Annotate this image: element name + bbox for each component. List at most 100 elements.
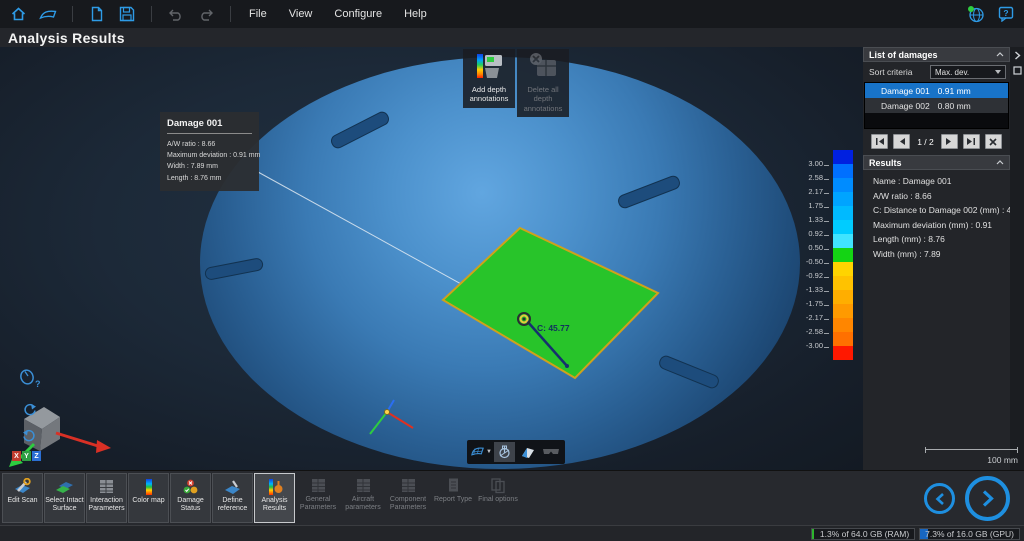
help-chat-icon[interactable]: ? <box>996 4 1016 24</box>
svg-text:?: ? <box>1003 8 1008 18</box>
panel-layout-icon[interactable] <box>1013 66 1022 75</box>
collapse-up-icon[interactable] <box>996 160 1004 165</box>
result-length: Length (mm) : 8.76 <box>873 234 1006 244</box>
sort-criteria-dropdown[interactable]: Max. dev. <box>930 65 1006 79</box>
damage-value: 0.80 mm <box>938 101 971 111</box>
workflow-step-edit-scan[interactable]: Edit Scan <box>2 473 43 523</box>
color-scale-band <box>833 234 853 248</box>
color-scale-tick: -1.75 <box>795 299 829 308</box>
page-title: Analysis Results <box>8 30 125 46</box>
first-page-button[interactable] <box>871 134 888 149</box>
scale-bar: 100 mm <box>925 449 1018 465</box>
redo-icon <box>196 4 216 24</box>
color-scale-band <box>833 276 853 290</box>
damage-name: Damage 002 <box>881 101 930 111</box>
panel-expand-icon[interactable] <box>1014 51 1021 60</box>
result-name: Name : Damage 001 <box>873 176 1006 186</box>
damage-list-item[interactable]: Damage 001 0.91 mm <box>865 83 1008 98</box>
color-scale-tick: 1.75 <box>795 201 829 210</box>
workflow-step-damage-status[interactable]: Damage Status <box>170 473 211 523</box>
color-scale-tick: -2.17 <box>795 313 829 322</box>
damage-region-patch[interactable] <box>443 228 658 378</box>
last-page-button[interactable] <box>963 134 980 149</box>
tooltip-length: Length : 8.76 mm <box>167 173 252 184</box>
network-globe-icon[interactable] <box>966 4 986 24</box>
save-icon[interactable] <box>117 4 137 24</box>
color-scale-band <box>833 290 853 304</box>
results-rows: Name : Damage 001 A/W ratio : 8.66 C: Di… <box>863 170 1010 259</box>
next-page-button[interactable] <box>941 134 958 149</box>
damages-list: Damage 001 0.91 mm Damage 002 0.80 mm <box>864 82 1009 129</box>
chevron-left-icon <box>934 492 946 506</box>
workflow-step-interaction-parameters[interactable]: Interaction Parameters <box>86 473 127 523</box>
workflow-toolbar: Edit Scan Select Intact Surface Interact… <box>0 470 1024 525</box>
next-step-button[interactable] <box>965 476 1010 521</box>
axis-x-label: X <box>12 451 21 461</box>
color-scale-tick: 1.33 <box>795 215 829 224</box>
sort-criteria-value: Max. dev. <box>935 68 969 77</box>
delete-all-depth-annotations-icon <box>527 52 559 82</box>
color-scale-band <box>833 220 853 234</box>
damages-panel-title: List of damages <box>869 50 938 60</box>
add-depth-annotations-icon <box>473 52 505 82</box>
stereo-glasses-button[interactable] <box>541 442 562 462</box>
view-orientation-button[interactable] <box>494 442 515 462</box>
color-scale-band <box>833 248 853 262</box>
workflow-step-analysis-results[interactable]: Analysis Results <box>254 473 295 523</box>
mouse-help-icon[interactable]: ? <box>18 369 40 396</box>
color-scale-band <box>833 206 853 220</box>
color-map-icon <box>144 477 154 496</box>
workflow-step-select-intact-surface[interactable]: Select Intact Surface <box>44 473 85 523</box>
page-indicator: 1 / 2 <box>917 137 934 147</box>
status-bar: 1.3% of 64.0 GB (RAM) 7.3% of 16.0 GB (G… <box>0 525 1024 541</box>
damage-list-item[interactable]: Damage 002 0.80 mm <box>865 98 1008 113</box>
toolbar-divider <box>72 6 73 22</box>
results-panel-title: Results <box>869 158 902 168</box>
menu-configure[interactable]: Configure <box>334 8 382 20</box>
color-scale-tick: 3.00 <box>795 159 829 168</box>
menu-help[interactable]: Help <box>404 8 427 20</box>
mesh-display-button[interactable]: ▼ <box>470 442 492 462</box>
add-depth-annotations-button[interactable]: Add depth annotations <box>463 49 515 108</box>
surface-display-button[interactable] <box>517 442 538 462</box>
workflow-step-aircraft-parameters: Aircraft parameters <box>341 473 385 523</box>
previous-page-button[interactable] <box>893 134 910 149</box>
workflow-step-component-parameters: Component Parameters <box>386 473 430 523</box>
color-scale-tick: -2.58 <box>795 327 829 336</box>
new-document-icon[interactable] <box>87 4 107 24</box>
origin-axis-triad <box>370 400 413 434</box>
3d-viewport[interactable]: Damage 001 A/W ratio : 8.66 Maximum devi… <box>0 47 863 470</box>
rotate-ccw-icon[interactable] <box>22 428 37 449</box>
workflow-step-define-reference[interactable]: Define reference <box>212 473 253 523</box>
color-scale-tick: -0.50 <box>795 257 829 266</box>
collapse-up-icon[interactable] <box>996 52 1004 57</box>
menu-view[interactable]: View <box>289 8 313 20</box>
color-scale-tick: 2.17 <box>795 187 829 196</box>
define-reference-icon <box>223 477 242 496</box>
previous-step-button[interactable] <box>924 483 955 514</box>
toolbar-divider <box>230 6 231 22</box>
svg-text:?: ? <box>35 379 40 389</box>
rotate-cw-icon[interactable] <box>22 402 37 423</box>
surface-icon[interactable] <box>38 4 58 24</box>
fastener-bolts <box>204 110 720 390</box>
color-scale-tick: 0.50 <box>795 243 829 252</box>
axis-z-label: Z <box>32 451 41 461</box>
xyz-axis-badge: X Y Z <box>12 451 41 461</box>
interaction-parameters-icon <box>98 477 115 496</box>
ram-usage: 1.3% of 64.0 GB (RAM) <box>811 528 915 540</box>
color-scale-band <box>833 178 853 192</box>
damage-marker[interactable] <box>518 313 530 325</box>
axis-y-label: Y <box>22 451 31 461</box>
workflow-step-color-map[interactable]: Color map <box>128 473 169 523</box>
damage-tooltip-title: Damage 001 <box>167 118 252 134</box>
menu-file[interactable]: File <box>249 8 267 20</box>
home-icon[interactable] <box>8 4 28 24</box>
mesh-dropdown-caret: ▼ <box>486 449 492 455</box>
gpu-usage: 7.3% of 16.0 GB (GPU) <box>919 528 1020 540</box>
sort-criteria-label: Sort criteria <box>869 67 912 77</box>
delete-all-depth-annotations-label: Delete all depth annotations <box>519 85 567 113</box>
deselect-button[interactable] <box>985 134 1002 149</box>
color-scale-band <box>833 318 853 332</box>
general-parameters-icon <box>310 476 327 495</box>
